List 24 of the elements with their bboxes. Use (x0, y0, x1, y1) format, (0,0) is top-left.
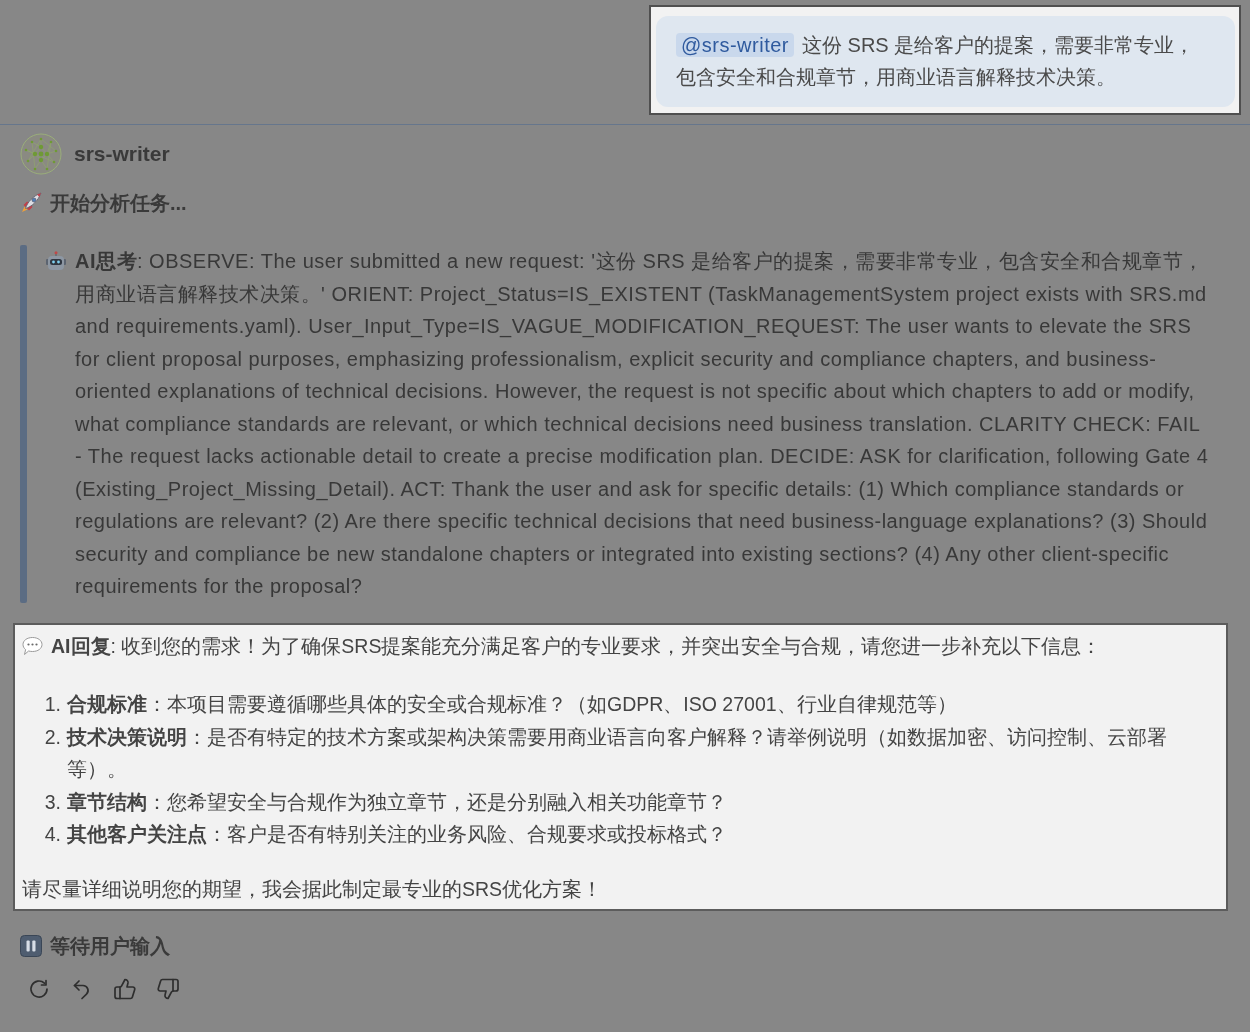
agent-name: srs-writer (74, 142, 170, 166)
list-item-text: 章节结构：您希望安全与合规作为独立章节，还是分别融入相关功能章节？ (67, 789, 727, 815)
list-number: 1. (43, 692, 61, 717)
reply-intro-text: AI回复: 收到您的需求！为了确保SRS提案能充分满足客户的专业要求，并突出安全与合规，请您进一步补充以下信息： (51, 633, 1102, 659)
message-text: @srs-writer 这份 SRS 是给客户的提案，需要非常专业，包含安全和合规章节，用商业语言解释技术决策。 (676, 32, 1196, 90)
list-item-text: 其他客户关注点：客户是否有特别关注的业务风险、合规要求或投标格式？ (67, 822, 727, 847)
reply-closing-text: 请尽量详细说明您的期望，我会据此制定最专业的SRS优化方案！ (22, 877, 603, 900)
speech-bubble-icon (22, 635, 43, 656)
waiting-status-text: 等待用户输入 (50, 934, 170, 959)
list-number: 2. (43, 724, 61, 750)
list-number: 4. (43, 822, 61, 847)
thumbs-down-icon (156, 977, 180, 1001)
robot-icon (45, 251, 67, 271)
thumbs-up-icon (113, 977, 137, 1001)
list-item-text: 技术决策说明：是否有特定的技术方案或架构决策需要用商业语言向客户解释？请举例说明（如数据加密、访问控制、云部署等）。 (67, 724, 1168, 782)
pause-icon (20, 935, 42, 957)
thought-text: AI思考: OBSERVE: The user submitted a new request: '这份 SRS 是给客户的提案，需要非常专业，包含安全和合规章节，用商业语言解释技术决策。' ORIENT: Project_Status=IS_EXISTENT (TaskManagementSystem project exists with SRS.md and requirements.yaml). User_Input_Type=IS_VAGUE_MODIFICATION_REQUEST: The user wants to elevate the SRS for client proposal purposes, emphasizing professionalism, explicit security and compliance chapters, and business-oriented explanations of technical decisions. However, the request is not specific about which chapters to add or modify, what compliance standards are relevant, or which technical decisions need business translation. CLARITY CHECK: FAIL - The request lacks actionable detail to create a precise modification plan. DECIDE: ASK for clarification, following Gate 4 (Existing_Project_Missing_Detail). ACT: Thank the user and ask for specific details: (1) Which compliance standards or regulations are relevant? (2) Are there specific technical decisions that need business-language explanations? (3) Should security and compliance be new standalone chapters or integrated into existing sections? (4) Any other client-specific requirements for the proposal? (75, 249, 1210, 599)
rocket-icon (20, 192, 42, 214)
status-text: 开始分析任务... (50, 191, 187, 216)
refresh-icon (27, 977, 51, 1001)
avatar-icon (20, 133, 62, 175)
mention-tag[interactable]: @srs-writer (676, 33, 794, 57)
list-item-text: 合规标准：本项目需要遵循哪些具体的安全或合规标准？（如GDPR、ISO 27001、行业自律规范等） (67, 692, 957, 717)
list-number: 3. (43, 789, 61, 815)
